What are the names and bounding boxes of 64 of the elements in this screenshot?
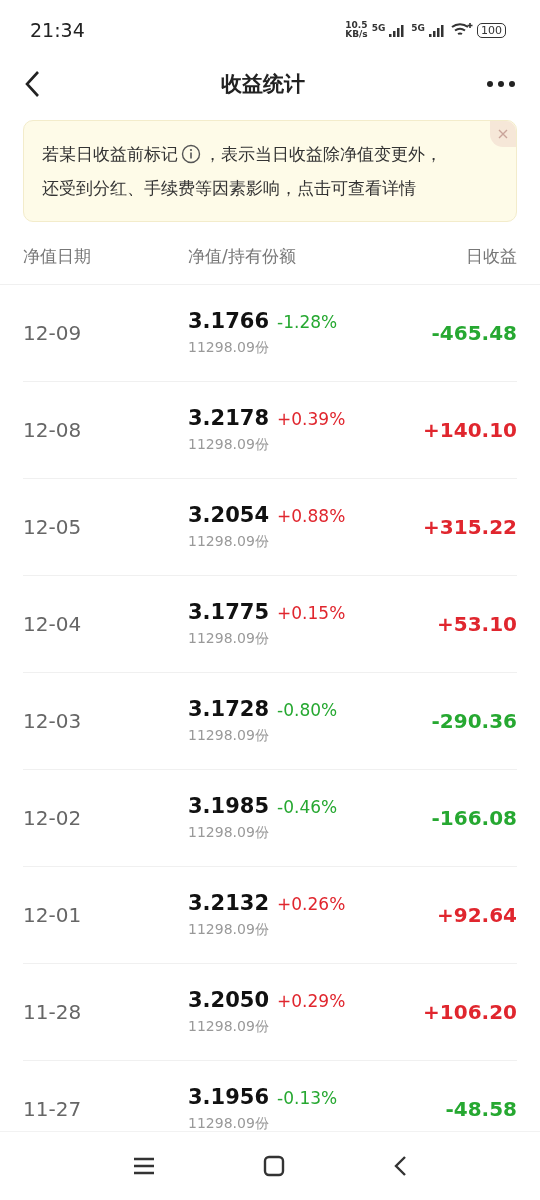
shares-held: 11298.09份 [188, 436, 270, 454]
battery-indicator: 100 [477, 22, 506, 38]
date-cell-text: 11-28 [23, 1000, 83, 1024]
daily-profit: -465.48 [431, 321, 517, 345]
change-percent: -0.80% [277, 700, 338, 720]
net-value: 3.1956 [188, 1085, 270, 1109]
date-cell-text: 11-27 [23, 1097, 83, 1121]
date-cell-text: 12-09 [23, 321, 83, 345]
daily-profit: -48.58 [445, 1097, 517, 1121]
close-icon [498, 129, 508, 139]
net-value: 3.1766 [188, 309, 270, 333]
daily-profit: -290.36 [431, 709, 517, 733]
shares-held: 11298.09份 [188, 921, 270, 939]
change-percent: -0.13% [277, 1088, 338, 1108]
column-header: 净值日期 [23, 244, 92, 268]
column-header: 净值/持有份额 [188, 244, 297, 268]
date-cell-text: 12-08 [23, 418, 83, 442]
net-value: 3.2050 [188, 988, 270, 1012]
change-percent: -0.46% [277, 797, 338, 817]
net-value: 3.1985 [188, 794, 270, 818]
more-icon [486, 80, 516, 88]
shares-held: 11298.09份 [188, 1018, 270, 1036]
daily-profit: +92.64 [436, 903, 517, 927]
network-type: 5G [411, 23, 425, 33]
shares-held: 11298.09份 [188, 727, 270, 745]
notice-text: 若某日收益前标记 [42, 143, 178, 166]
date-cell-text: 12-03 [23, 709, 83, 733]
shares-held: 11298.09份 [188, 1115, 270, 1131]
signal-icon [429, 23, 447, 37]
shares-held: 11298.09份 [188, 630, 270, 648]
daily-profit: +53.10 [436, 612, 517, 636]
date-cell-text: 12-01 [23, 903, 83, 927]
notice-text: ，表示当日收益除净值变更外， [204, 143, 442, 166]
column-header: 日收益 [466, 244, 517, 268]
change-percent: +0.88% [277, 506, 346, 526]
net-value: 3.1775 [188, 600, 270, 624]
change-percent: -1.28% [277, 312, 338, 332]
date-cell-text: 12-05 [23, 515, 83, 539]
chevron-left-icon [24, 70, 40, 98]
shares-held: 11298.09份 [188, 824, 270, 842]
network-type: 5G [371, 23, 386, 33]
daily-profit: +140.10 [423, 418, 517, 442]
date-cell-text: 12-02 [23, 806, 83, 830]
info-icon [181, 144, 201, 164]
net-value: 3.2054 [188, 503, 270, 527]
net-value: 3.1728 [188, 697, 270, 721]
status-time: 21:34 [30, 19, 85, 41]
change-percent: +0.39% [277, 409, 346, 429]
change-percent: +0.15% [277, 603, 346, 623]
page-title: 收益统计 [221, 71, 305, 98]
notice-banner[interactable]: 若某日收益前标记 ，表示当日收益除净值变更外， 还受到分红、手续费等因素影响，点击可查看详情 [23, 120, 517, 222]
shares-held: 11298.09份 [188, 339, 270, 357]
notice-text: 还受到分红、手续费等因素影响，点击可查看详情 [42, 177, 416, 200]
wifi-icon [451, 22, 473, 38]
change-percent: +0.26% [277, 894, 346, 914]
daily-profit: +106.20 [423, 1000, 517, 1024]
network-speed: 10.5 KB/s [345, 21, 368, 39]
daily-profit: +315.22 [423, 515, 517, 539]
change-percent: +0.29% [277, 991, 346, 1011]
net-value: 3.2132 [188, 891, 270, 915]
daily-profit: -166.08 [431, 806, 517, 830]
shares-held: 11298.09份 [188, 533, 270, 551]
date-cell-text: 12-04 [23, 612, 83, 636]
net-value: 3.2178 [188, 406, 270, 430]
